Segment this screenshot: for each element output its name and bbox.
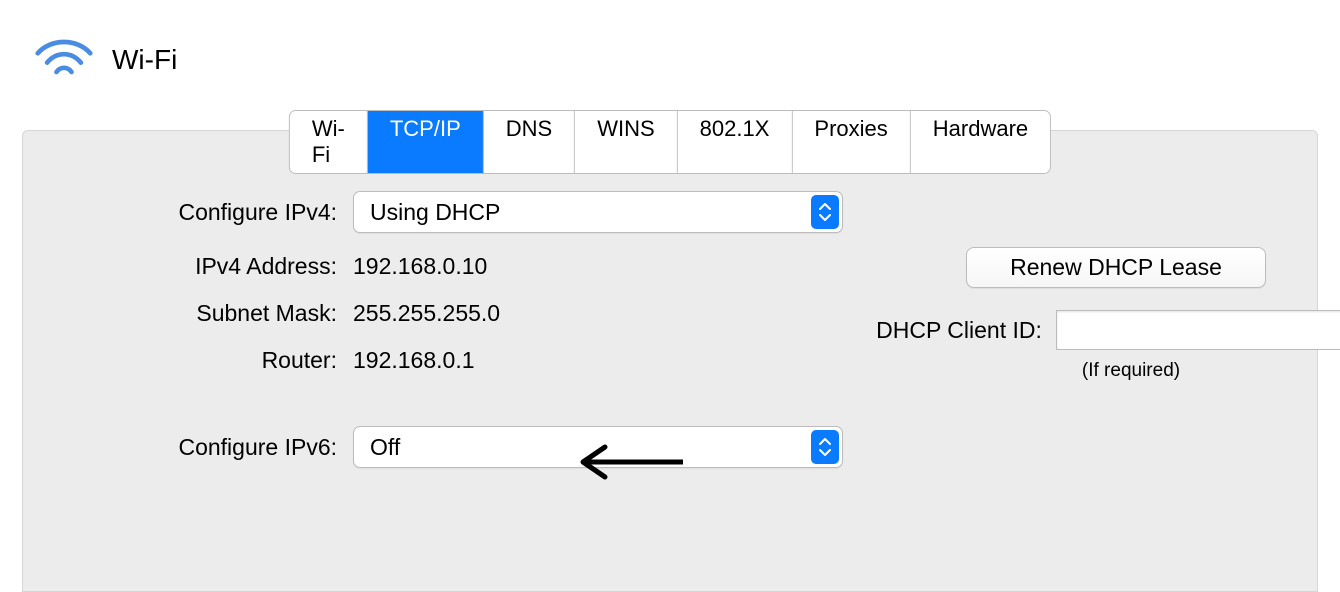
page-title: Wi-Fi (112, 44, 177, 76)
arrow-left-icon (563, 437, 693, 493)
configure-ipv4-label: Configure IPv4: (63, 199, 353, 226)
subnet-mask-label: Subnet Mask: (63, 300, 353, 327)
dhcp-client-id-hint: (If required) (981, 360, 1281, 382)
tab-hardware[interactable]: Hardware (911, 111, 1050, 173)
chevron-up-down-icon (811, 430, 839, 464)
configure-ipv4-value: Using DHCP (370, 199, 500, 226)
configure-ipv6-label: Configure IPv6: (63, 434, 353, 461)
tab-tcpip[interactable]: TCP/IP (368, 111, 484, 173)
tab-dns[interactable]: DNS (484, 111, 575, 173)
tab-wins[interactable]: WINS (575, 111, 677, 173)
configure-ipv6-value: Off (370, 434, 400, 461)
configure-ipv4-select[interactable]: Using DHCP (353, 191, 843, 233)
tab-bar: Wi-Fi TCP/IP DNS WINS 802.1X Proxies Har… (289, 110, 1051, 174)
tab-8021x[interactable]: 802.1X (678, 111, 793, 173)
dhcp-client-id-label: DHCP Client ID: (876, 317, 1042, 344)
tab-wifi[interactable]: Wi-Fi (290, 111, 368, 173)
settings-panel: Configure IPv4: Using DHCP IPv4 Address:… (22, 130, 1318, 592)
header: Wi-Fi (0, 0, 1340, 86)
tab-proxies[interactable]: Proxies (792, 111, 910, 173)
router-value: 192.168.0.1 (353, 347, 475, 374)
ipv4-address-value: 192.168.0.10 (353, 253, 487, 280)
subnet-mask-value: 255.255.255.0 (353, 300, 500, 327)
chevron-up-down-icon (811, 195, 839, 229)
wifi-icon (34, 34, 94, 86)
renew-dhcp-lease-button[interactable]: Renew DHCP Lease (966, 247, 1266, 288)
dhcp-client-id-input[interactable] (1056, 310, 1340, 350)
ipv4-address-label: IPv4 Address: (63, 253, 353, 280)
router-label: Router: (63, 347, 353, 374)
